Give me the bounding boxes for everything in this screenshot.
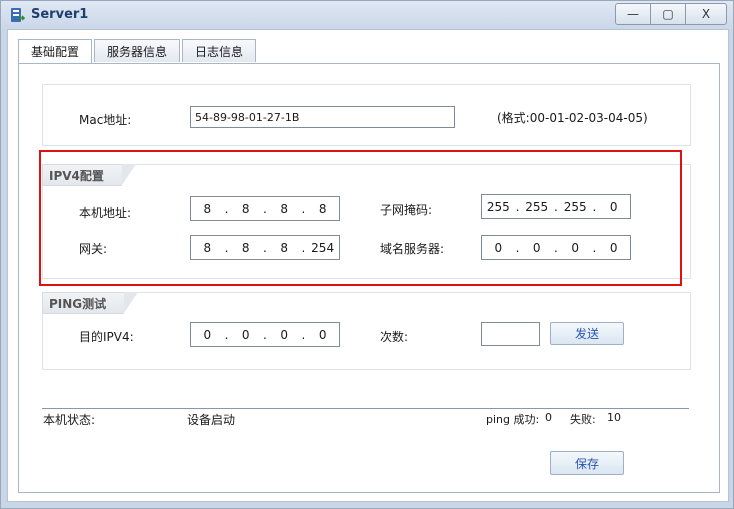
host-status-value: 设备启动 — [187, 413, 236, 427]
ip-octet: 0 — [241, 327, 250, 342]
ping-success-label: ping 成功: — [486, 413, 540, 426]
ping-count-input[interactable] — [481, 322, 540, 346]
ip-octet: 255 — [486, 199, 510, 214]
ping-dest-label: 目的IPV4: — [79, 330, 134, 344]
subnet-mask-input[interactable]: 255. 255. 255. 0 — [481, 194, 631, 219]
ping-fail-count: 10 — [607, 411, 621, 424]
mac-label: Mac地址: — [79, 113, 132, 127]
ip-octet: 0 — [318, 327, 327, 342]
ip-octet: 8 — [203, 201, 212, 216]
ipv4-group: IPV4配置 — [42, 164, 691, 279]
local-ip-input[interactable]: 8. 8. 8. 8 — [190, 196, 340, 221]
local-ip-label: 本机地址: — [79, 206, 132, 220]
mac-address-field[interactable]: 54-89-98-01-27-1B — [190, 106, 455, 128]
ip-octet: 8 — [280, 240, 288, 255]
ping-success-count: 0 — [545, 411, 552, 424]
ping-legend: PING测试 — [42, 292, 139, 314]
titlebar[interactable]: Server1 — ▢ X — [1, 1, 733, 29]
ip-octet: 0 — [532, 240, 541, 255]
tab-basic-config[interactable]: 基础配置 — [18, 39, 93, 63]
ip-octet: 0 — [280, 327, 288, 342]
ip-octet: 0 — [203, 327, 212, 342]
maximize-button[interactable]: ▢ — [650, 3, 686, 25]
gateway-input[interactable]: 8. 8. 8. 254 — [190, 235, 340, 260]
status-separator — [42, 408, 689, 409]
ip-octet: 0 — [609, 240, 618, 255]
send-button[interactable]: 发送 — [550, 322, 624, 345]
minimize-icon: — — [627, 7, 639, 21]
ip-octet: 0 — [571, 240, 579, 255]
ip-octet: 254 — [311, 240, 335, 255]
server-app-icon — [11, 8, 25, 22]
ip-octet: 8 — [203, 240, 212, 255]
subnet-mask-label: 子网掩码: — [380, 203, 433, 217]
close-button[interactable]: X — [685, 3, 727, 25]
tab-server-info[interactable]: 服务器信息 — [94, 39, 181, 62]
save-button[interactable]: 保存 — [550, 451, 624, 475]
mac-address-value: 54-89-98-01-27-1B — [195, 110, 300, 124]
server1-window: Server1 — ▢ X 基础配置 服务器信息 日志信息 Mac地址: 54-… — [0, 0, 734, 509]
ping-dest-input[interactable]: 0. 0. 0. 0 — [190, 322, 340, 347]
ping-count-label: 次数: — [380, 330, 409, 344]
ip-octet: 255 — [563, 199, 587, 214]
tab-bar: 基础配置 服务器信息 日志信息 — [18, 39, 258, 63]
ip-octet: 8 — [280, 201, 288, 216]
ip-octet: 8 — [318, 201, 327, 216]
ping-fail-label: 失败: — [570, 413, 596, 426]
window-title: Server1 — [31, 7, 89, 22]
minimize-button[interactable]: — — [615, 3, 651, 25]
tab-log-info[interactable]: 日志信息 — [182, 39, 257, 62]
ip-octet: 8 — [241, 240, 250, 255]
ip-octet: 8 — [241, 201, 250, 216]
host-status-label: 本机状态: — [43, 413, 96, 427]
close-icon: X — [701, 7, 711, 21]
dns-label: 域名服务器: — [380, 242, 445, 256]
mac-format-hint: (格式:00-01-02-03-04-05) — [497, 111, 648, 125]
ip-octet: 0 — [494, 240, 503, 255]
gateway-label: 网关: — [79, 242, 108, 256]
maximize-icon: ▢ — [662, 7, 674, 21]
ip-octet: 0 — [609, 199, 618, 214]
ipv4-legend: IPV4配置 — [42, 164, 136, 186]
ip-octet: 255 — [525, 199, 549, 214]
dns-server-input[interactable]: 0. 0. 0. 0 — [481, 235, 631, 260]
